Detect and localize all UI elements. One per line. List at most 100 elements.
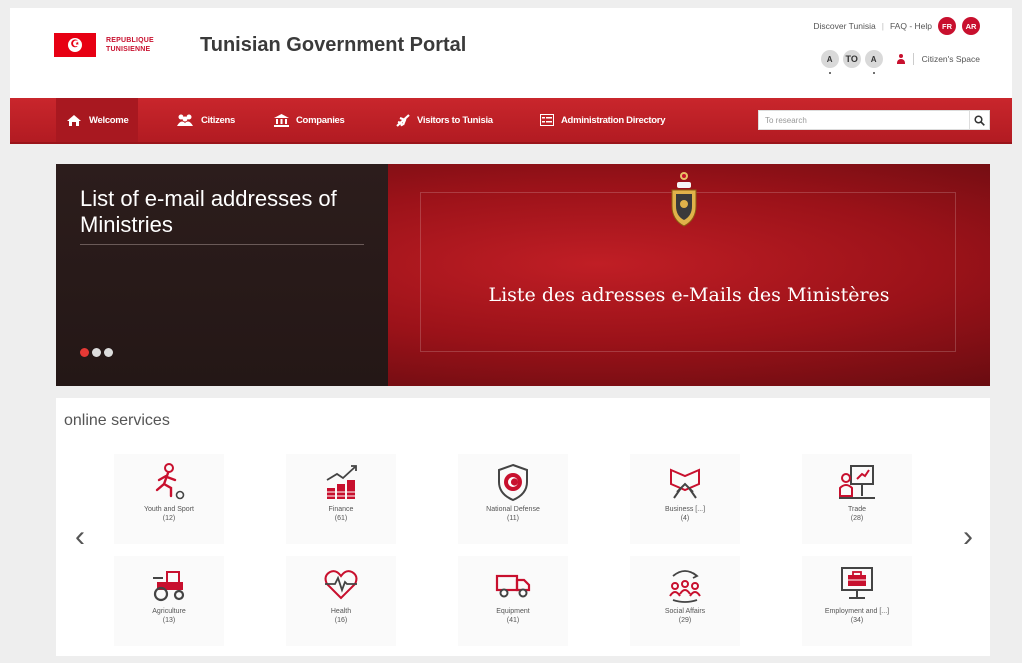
service-count: (16) (334, 616, 348, 624)
nav-item-welcome[interactable]: Welcome (56, 98, 139, 142)
nav-label: Citizens (201, 114, 236, 126)
search-icon (974, 114, 985, 126)
service-tile-trade[interactable]: Trade (28) (802, 454, 912, 544)
service-label: Social Affairs (29) (665, 608, 705, 625)
people-icon (177, 114, 193, 126)
divider (912, 53, 914, 65)
service-label: Employment and [...] (34) (825, 608, 889, 625)
search-input[interactable]: To research (759, 116, 969, 125)
briefcase-monitor-icon (841, 567, 873, 599)
service-label: Trade (28) (848, 506, 866, 523)
service-name: Equipment (496, 608, 530, 615)
service-label: Health (16) (331, 608, 351, 625)
finance-icon (326, 465, 357, 499)
service-tile-employment[interactable]: Employment and [...] (34) (802, 556, 912, 646)
lang-fr-button[interactable]: FR (938, 17, 956, 35)
service-label: Youth and Sport (12) (144, 506, 194, 523)
presentation-icon (839, 465, 875, 499)
service-count: (29) (678, 616, 692, 624)
service-count: (4) (680, 514, 690, 522)
service-count: (12) (162, 514, 176, 522)
service-name: Trade (847, 506, 867, 513)
search-button[interactable] (969, 111, 989, 129)
plane-icon (396, 113, 410, 127)
caption-divider (80, 244, 364, 245)
service-label: Finance (61) (329, 506, 354, 523)
service-count: (61) (334, 514, 348, 522)
nav-item-directory[interactable]: Administration Directory (540, 98, 665, 142)
logo-text: REPUBLIQUE TUNISIENNE (106, 36, 154, 54)
sport-icon (155, 463, 185, 500)
carousel-subtitle: Liste des adresses e-Mails des Ministère… (488, 284, 890, 306)
font-larger-label: A (870, 54, 877, 64)
carousel-dot-2[interactable] (92, 348, 101, 357)
carousel-dot-1[interactable] (80, 348, 89, 357)
hero-carousel[interactable]: List of e-mail addresses of Ministries L… (56, 164, 990, 386)
nav-item-companies[interactable]: Companies (274, 98, 345, 142)
service-name: Employment and [...] (824, 608, 890, 615)
top-links: Discover Tunisia | FAQ - Help FR AR (813, 17, 980, 35)
service-name: National Defense (486, 506, 540, 513)
service-count: (11) (507, 514, 519, 522)
faq-help-link[interactable]: FAQ - Help (890, 21, 932, 31)
service-tile-health[interactable]: Health (16) (286, 556, 396, 646)
service-name: Health (330, 608, 352, 615)
font-default-button[interactable]: TO (842, 50, 861, 68)
service-tile-social-affairs[interactable]: Social Affairs (29) (630, 556, 740, 646)
search-box: To research (758, 110, 990, 130)
coat-of-arms-icon (671, 172, 697, 227)
nav-label: Administration Directory (561, 114, 666, 126)
service-name: Youth and Sport (144, 506, 194, 513)
shield-icon (498, 463, 528, 502)
service-name: Agriculture (152, 608, 186, 615)
building-icon (274, 113, 289, 127)
link-separator: | (881, 21, 884, 31)
nav-label: Visitors to Tunisia (417, 114, 493, 126)
heart-pulse-icon (324, 570, 358, 600)
tractor-icon (153, 571, 185, 602)
accessibility-bar: A TO A Citizen's Space (820, 50, 980, 74)
nav-item-visitors[interactable]: Visitors to Tunisia (396, 98, 493, 142)
online-services-section: online services ‹ › Youth and Sport (12)… (56, 398, 990, 656)
user-icon (896, 54, 905, 64)
nav-label: Companies (296, 114, 345, 126)
service-name: Finance (328, 506, 354, 513)
carousel-next-button[interactable]: › (958, 522, 978, 552)
directory-icon (540, 114, 554, 126)
service-tile-equipment[interactable]: Equipment (41) (458, 556, 568, 646)
service-name: Business [...] (664, 506, 706, 513)
service-label: Business [...] (4) (665, 506, 705, 523)
main-navbar: Welcome Citizens Companies Visitors to T… (10, 98, 1012, 144)
carousel-prev-button[interactable]: ‹ (70, 522, 90, 552)
service-label: Agriculture (13) (152, 608, 185, 625)
carousel-dots (80, 348, 116, 357)
citizen-space-link[interactable]: Citizen's Space (922, 54, 980, 64)
community-icon (669, 570, 701, 603)
site-header: ☪ REPUBLIQUE TUNISIENNE Tunisian Governm… (10, 8, 1012, 98)
service-tile-agriculture[interactable]: Agriculture (13) (114, 556, 224, 646)
handshake-icon (670, 468, 700, 499)
tunisia-flag-icon: ☪ (54, 33, 96, 57)
discover-tunisia-link[interactable]: Discover Tunisia (813, 21, 875, 31)
font-smaller-button[interactable]: A (820, 50, 839, 74)
service-tile-youth-sport[interactable]: Youth and Sport (12) (114, 454, 224, 544)
service-tile-finance[interactable]: Finance (61) (286, 454, 396, 544)
lang-ar-button[interactable]: AR (962, 17, 980, 35)
font-larger-button[interactable]: A (864, 50, 883, 74)
carousel-caption-panel: List of e-mail addresses of Ministries (56, 164, 388, 386)
service-tile-national-defense[interactable]: National Defense (11) (458, 454, 568, 544)
section-heading: online services (64, 412, 170, 429)
nav-label: Welcome (89, 114, 129, 126)
carousel-title[interactable]: List of e-mail addresses of Ministries (80, 186, 370, 238)
service-count: (13) (162, 616, 176, 624)
carousel-dot-3[interactable] (104, 348, 113, 357)
truck-icon (495, 574, 531, 598)
nav-item-citizens[interactable]: Citizens (176, 98, 235, 142)
site-logo[interactable]: ☪ REPUBLIQUE TUNISIENNE (54, 32, 186, 58)
service-label: Equipment (41) (496, 608, 529, 625)
logo-line-1: REPUBLIQUE (106, 37, 154, 44)
site-title: Tunisian Government Portal (200, 34, 467, 56)
home-icon (67, 114, 81, 126)
service-count: (34) (850, 616, 864, 624)
service-tile-business[interactable]: Business [...] (4) (630, 454, 740, 544)
